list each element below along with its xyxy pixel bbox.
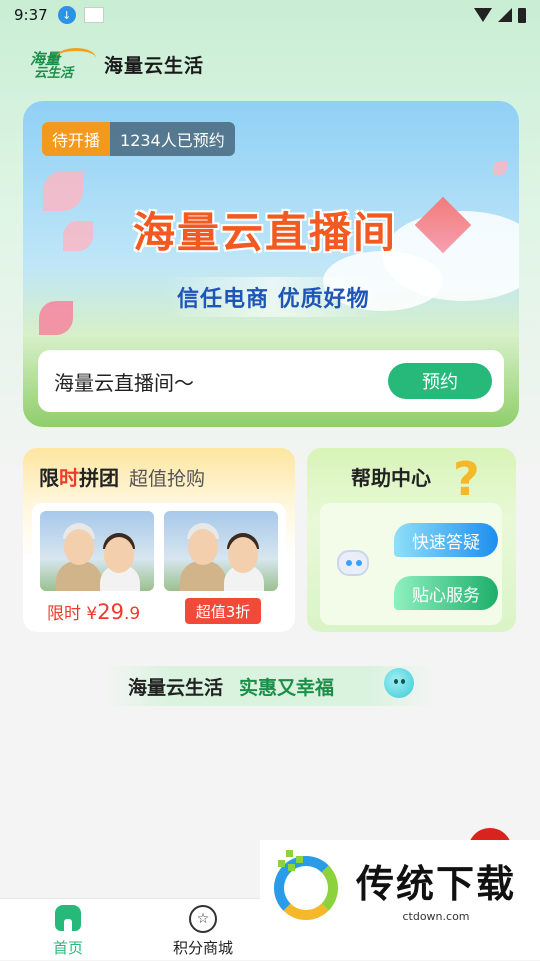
app-header: 海量 云生活 海量云生活 bbox=[28, 46, 204, 82]
help-center-card[interactable]: 帮助中心 ? 快速答疑 贴心服务 bbox=[307, 448, 516, 632]
reserve-button[interactable]: 预约 bbox=[388, 363, 492, 399]
download-notification-icon: ↓ bbox=[57, 6, 76, 24]
live-room-title: 海量云直播间 bbox=[133, 208, 398, 257]
product-image[interactable] bbox=[164, 511, 278, 591]
petal-decoration bbox=[493, 161, 507, 175]
group-buy-title: 限时拼团 超值抢购 bbox=[39, 466, 206, 490]
reservation-count: 1234人已预约 bbox=[110, 122, 235, 156]
tab-home[interactable]: 首页 bbox=[8, 899, 128, 961]
mascot-icon bbox=[384, 668, 414, 698]
tab-points-mall-label: 积分商城 bbox=[172, 939, 233, 957]
watermark-url: ctdown.com bbox=[402, 910, 470, 923]
points-mall-icon: ☆ bbox=[189, 905, 217, 933]
live-room-bar: 海量云直播间～ 预约 bbox=[38, 350, 504, 412]
slogan-left: 海量云生活 bbox=[128, 676, 224, 699]
watermark-brand: 传统下载 bbox=[356, 862, 517, 906]
app-logo: 海量 云生活 bbox=[28, 46, 96, 82]
question-mark-icon: ? bbox=[453, 452, 480, 506]
group-buy-products: 限时 ¥29.9 超值3折 bbox=[32, 503, 286, 624]
live-room-name: 海量云直播间～ bbox=[54, 370, 194, 395]
service-button[interactable]: 贴心服务 bbox=[394, 576, 498, 610]
home-icon bbox=[54, 905, 82, 933]
robot-icon bbox=[337, 550, 369, 576]
flower-decoration bbox=[63, 221, 93, 251]
tab-points-mall[interactable]: ☆ 积分商城 bbox=[143, 899, 263, 961]
quick-answer-button[interactable]: 快速答疑 bbox=[394, 523, 498, 557]
live-room-banner[interactable]: 待开播 1234人已预约 海量云直播间 信任电商 优质好物 海量云直播间～ 预约 bbox=[23, 101, 519, 427]
signal-icon bbox=[498, 8, 512, 22]
watermark: 传统下载 ctdown.com bbox=[260, 840, 540, 936]
product-image[interactable] bbox=[40, 511, 154, 591]
app-notification-icon bbox=[83, 7, 104, 23]
group-buy-subtitle: 超值抢购 bbox=[129, 468, 206, 490]
flower-decoration bbox=[43, 171, 83, 211]
status-time: 9:37 bbox=[14, 6, 48, 24]
battery-icon bbox=[518, 7, 526, 23]
wifi-icon bbox=[474, 8, 492, 22]
slogan-right: 实惠又幸福 bbox=[239, 676, 335, 699]
live-status-badge: 待开播 1234人已预约 bbox=[42, 122, 235, 156]
group-buy-price: 限时 ¥29.9 bbox=[47, 600, 141, 624]
app-title: 海量云生活 bbox=[104, 54, 205, 77]
status-bar: 9:37 ↓ bbox=[0, 0, 540, 30]
help-center-panel: 快速答疑 贴心服务 bbox=[320, 503, 502, 625]
tab-home-label: 首页 bbox=[52, 939, 83, 957]
discount-badge: 超值3折 bbox=[185, 598, 261, 624]
live-room-subtitle: 信任电商 优质好物 bbox=[163, 277, 384, 317]
group-buy-card[interactable]: 限时拼团 超值抢购 限时 ¥29.9 超值3折 bbox=[23, 448, 295, 632]
help-center-title: 帮助中心 bbox=[351, 466, 431, 490]
watermark-logo bbox=[268, 850, 344, 926]
status-label: 待开播 bbox=[42, 122, 111, 156]
flower-decoration bbox=[39, 301, 73, 335]
